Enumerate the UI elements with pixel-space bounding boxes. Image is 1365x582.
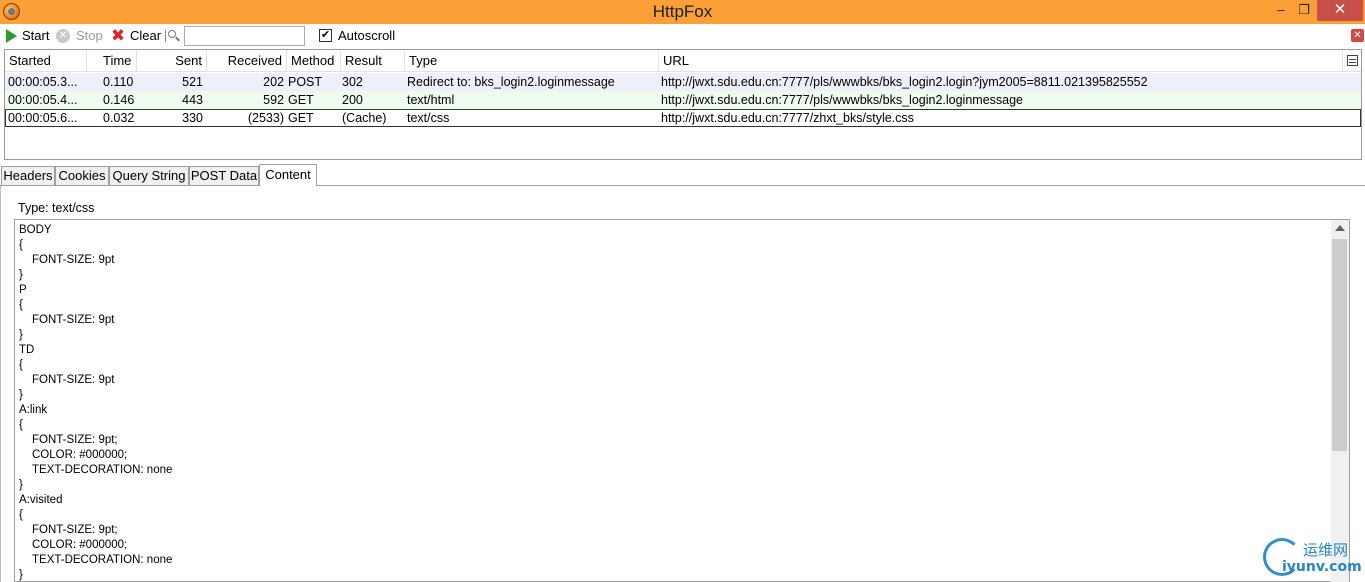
content-line: P xyxy=(19,284,27,296)
cell-method: POST xyxy=(288,75,323,89)
search-input[interactable] xyxy=(184,26,305,46)
content-line: { xyxy=(19,419,23,431)
table-header: Started Time Sent Received Method Result… xyxy=(5,50,1361,72)
close-panel-icon[interactable]: ✕ xyxy=(1351,29,1364,42)
tab-query-string[interactable]: Query String xyxy=(109,166,189,186)
autoscroll-checkbox[interactable]: ✔ xyxy=(319,29,332,42)
toolbar-separator xyxy=(165,30,166,42)
content-line: FONT-SIZE: 9pt xyxy=(32,314,115,326)
content-line: FONT-SIZE: 9pt; xyxy=(32,524,118,536)
title-bar: HttpFox – ❐ ✕ xyxy=(0,0,1365,24)
content-line: } xyxy=(19,269,23,281)
watermark-en-text: iyunv.com xyxy=(1282,559,1362,575)
vertical-scrollbar[interactable] xyxy=(1331,220,1349,582)
cell-url: http://jwxt.sdu.edu.cn:7777/pls/wwwbks/b… xyxy=(661,75,1148,89)
column-header-started[interactable]: Started xyxy=(5,50,87,72)
cell-time: 0.146 xyxy=(103,93,135,107)
toolbar: Start ✕ Stop ✖ Clear ✔ Autoscroll ✕ xyxy=(0,24,1365,48)
column-header-method[interactable]: Method xyxy=(287,50,341,72)
content-line: } xyxy=(19,329,23,341)
clear-button[interactable]: Clear xyxy=(130,27,161,45)
table-row[interactable]: 00:00:05.4... 0.146 443 592 GET 200 text… xyxy=(5,91,1361,109)
column-header-received[interactable]: Received xyxy=(207,50,287,72)
start-button[interactable]: Start xyxy=(22,27,49,45)
content-line: COLOR: #000000; xyxy=(32,449,128,461)
content-line: A:link xyxy=(19,404,48,416)
column-header-type[interactable]: Type xyxy=(405,50,659,72)
scroll-up-icon[interactable] xyxy=(1335,225,1345,231)
content-line: FONT-SIZE: 9pt xyxy=(32,374,115,386)
content-line: FONT-SIZE: 9pt; xyxy=(32,434,118,446)
maximize-button[interactable]: ❐ xyxy=(1290,0,1318,21)
cell-started: 00:00:05.3... xyxy=(8,75,78,89)
cell-type: Redirect to: bks_login2.loginmessage xyxy=(407,75,615,89)
cell-result: (Cache) xyxy=(342,111,387,125)
content-line: { xyxy=(19,239,23,251)
tab-cookies[interactable]: Cookies xyxy=(55,166,109,186)
content-line: TD xyxy=(19,344,35,356)
window-title: HttpFox xyxy=(652,2,713,21)
cell-started: 00:00:05.4... xyxy=(8,93,78,107)
cell-sent: 521 xyxy=(182,75,203,89)
content-line: BODY xyxy=(19,224,52,236)
column-header-url[interactable]: URL xyxy=(659,50,1343,72)
cell-time: 0.032 xyxy=(103,111,135,125)
cell-sent: 330 xyxy=(182,111,203,125)
close-window-button[interactable]: ✕ xyxy=(1317,0,1363,21)
content-line: } xyxy=(19,569,23,581)
tab-content[interactable]: Content xyxy=(259,164,317,187)
table-row[interactable]: 00:00:05.3... 0.110 521 202 POST 302 Red… xyxy=(5,73,1361,91)
cell-type: text/css xyxy=(407,111,450,125)
content-line: } xyxy=(19,479,23,491)
content-line: TEXT-DECORATION: none xyxy=(32,554,173,566)
cell-result: 200 xyxy=(342,93,363,107)
table-row-selected[interactable]: 00:00:05.6... 0.032 330 (2533) GET (Cach… xyxy=(5,109,1361,127)
content-line: { xyxy=(19,509,23,521)
cell-result: 302 xyxy=(342,75,363,89)
cell-started: 00:00:05.6... xyxy=(8,111,78,125)
content-line: A:visited xyxy=(19,494,63,506)
cell-method: GET xyxy=(288,111,314,125)
content-line: { xyxy=(19,359,23,371)
column-header-time[interactable]: Time xyxy=(87,50,137,72)
content-line: } xyxy=(19,389,23,401)
cell-time: 0.110 xyxy=(103,75,134,89)
cell-type: text/html xyxy=(407,93,455,107)
play-icon[interactable] xyxy=(6,29,17,43)
search-icon xyxy=(167,29,181,43)
content-line: COLOR: #000000; xyxy=(32,539,128,551)
clear-x-icon[interactable]: ✖ xyxy=(110,27,126,45)
column-header-sent[interactable]: Sent xyxy=(137,50,207,72)
scroll-thumb[interactable] xyxy=(1332,239,1347,451)
stop-button[interactable]: Stop xyxy=(76,27,103,45)
content-line: FONT-SIZE: 9pt xyxy=(32,254,115,266)
cell-received: 592 xyxy=(263,93,284,107)
content-type-label: Type: text/css xyxy=(18,201,95,215)
content-line: { xyxy=(19,299,23,311)
cell-received: (2533) xyxy=(247,111,284,125)
tab-headers[interactable]: Headers xyxy=(1,166,55,186)
cell-url: http://jwxt.sdu.edu.cn:7777/pls/wwwbks/b… xyxy=(661,93,1024,107)
column-picker-icon[interactable] xyxy=(1347,55,1358,66)
detail-tabs: Headers Cookies Query String POST Data C… xyxy=(0,164,1365,187)
stop-icon: ✕ xyxy=(56,29,70,43)
watermark-cn-text: 运维网 xyxy=(1303,541,1349,559)
request-table: Started Time Sent Received Method Result… xyxy=(4,49,1362,160)
cell-received: 202 xyxy=(263,75,284,89)
cell-sent: 443 xyxy=(182,93,203,107)
tab-post-data[interactable]: POST Data xyxy=(189,166,259,186)
column-header-result[interactable]: Result xyxy=(341,50,405,72)
cell-url: http://jwxt.sdu.edu.cn:7777/zhxt_bks/sty… xyxy=(661,111,914,125)
content-line: TEXT-DECORATION: none xyxy=(32,464,173,476)
cell-method: GET xyxy=(288,93,314,107)
content-text-area[interactable]: BODY { FONT-SIZE: 9pt} P { FONT-SIZE: 9pt} TD {… xyxy=(14,219,1350,582)
autoscroll-label: Autoscroll xyxy=(338,28,396,43)
